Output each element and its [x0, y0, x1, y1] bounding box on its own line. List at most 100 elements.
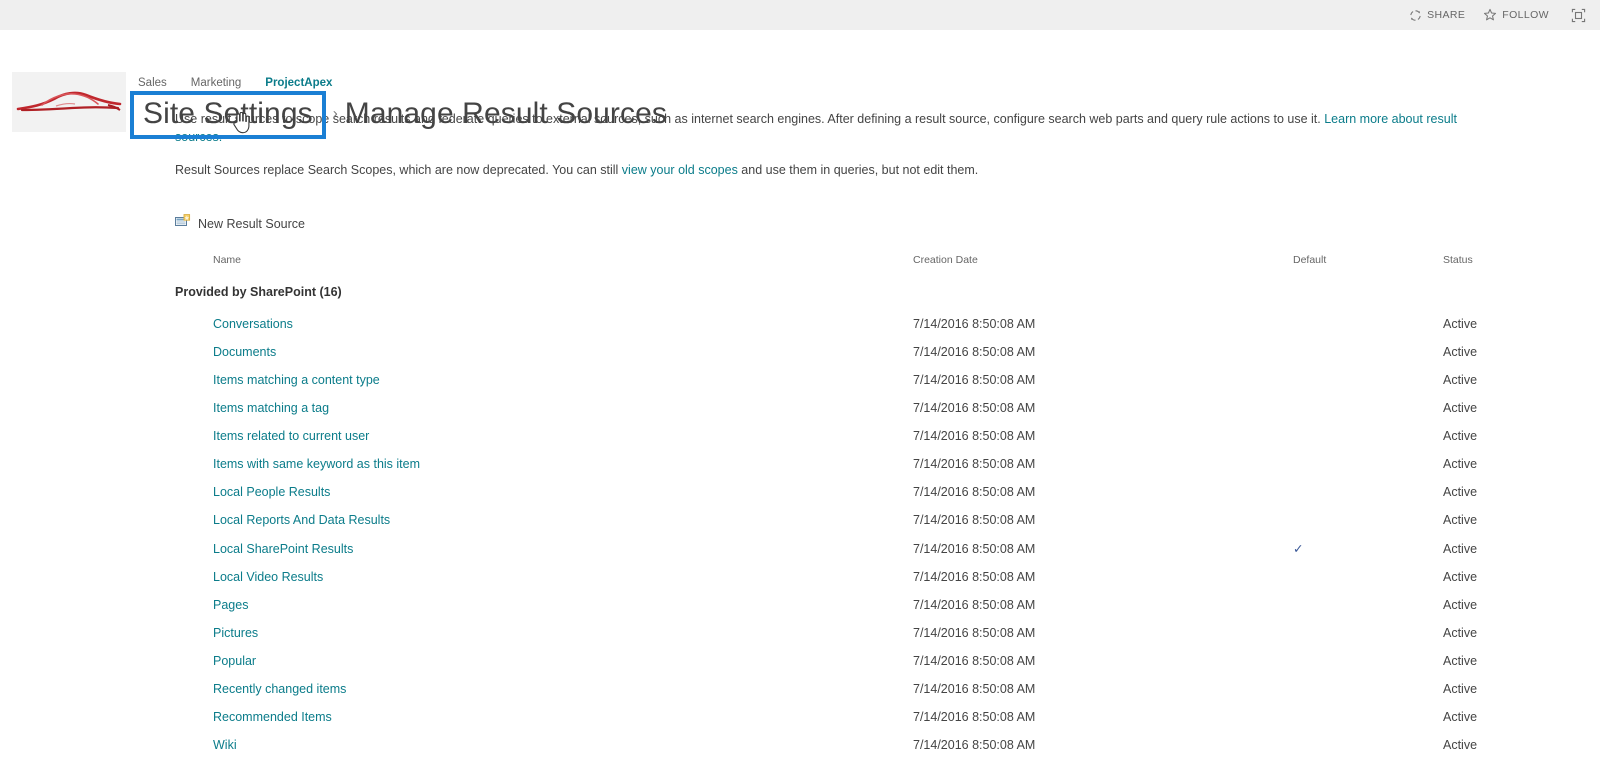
column-header-name[interactable]: Name	[175, 254, 913, 276]
table-body: Provided by SharePoint (16) Conversation…	[175, 276, 1543, 759]
result-source-link[interactable]: Popular	[213, 654, 256, 668]
table-row: Recommended Items 7/14/2016 8:50:08 AM Act…	[175, 703, 1543, 731]
result-source-link[interactable]: Recently changed items	[213, 682, 346, 696]
cell-creation-date: 7/14/2016 8:50:08 AM	[913, 654, 1036, 668]
column-header-default[interactable]: Default	[1293, 254, 1443, 276]
follow-label: FOLLOW	[1502, 9, 1549, 21]
result-sources-table: Name Creation Date Default Status Provid…	[175, 254, 1543, 759]
result-source-link[interactable]: Local SharePoint Results	[213, 542, 353, 556]
table-row: Items matching a tag 7/14/2016 8:50:08 AM…	[175, 394, 1543, 422]
cell-default	[1293, 394, 1443, 422]
cell-creation-date: 7/14/2016 8:50:08 AM	[913, 710, 1036, 724]
result-source-link[interactable]: Recommended Items	[213, 710, 332, 724]
cell-name: Pictures	[175, 619, 913, 647]
site-header: Sales Marketing ProjectApex Site Setting…	[0, 30, 1600, 139]
cell-creation-date: 7/14/2016 8:50:08 AM	[913, 598, 1036, 612]
table-row: Wiki 7/14/2016 8:50:08 AM Active	[175, 731, 1543, 759]
breadcrumb: Site Settings › Manage Result Sources	[130, 91, 667, 139]
status-badge: Active	[1443, 626, 1478, 640]
table-row: Items related to current user 7/14/2016 8…	[175, 422, 1543, 450]
status-badge: Active	[1443, 429, 1478, 443]
focus-on-content-icon[interactable]	[1571, 8, 1586, 23]
status-badge: Active	[1443, 401, 1478, 415]
result-source-link[interactable]: Conversations	[213, 317, 293, 331]
table-group-header-row: Provided by SharePoint (16)	[175, 276, 1543, 310]
intro-paragraph-2-text-before: Result Sources replace Search Scopes, wh…	[175, 163, 622, 177]
status-badge: Active	[1443, 598, 1478, 612]
result-source-link[interactable]: Local Video Results	[213, 570, 323, 584]
cell-default	[1293, 506, 1443, 534]
cell-creation-date: 7/14/2016 8:50:08 AM	[913, 401, 1036, 415]
follow-button[interactable]: FOLLOW	[1483, 8, 1549, 22]
cell-creation-date: 7/14/2016 8:50:08 AM	[913, 570, 1036, 584]
status-badge: Active	[1443, 710, 1478, 724]
result-source-link[interactable]: Wiki	[213, 738, 237, 752]
cell-name: Popular	[175, 647, 913, 675]
cell-name: Items matching a tag	[175, 394, 913, 422]
view-old-scopes-link[interactable]: view your old scopes	[622, 163, 738, 177]
status-badge: Active	[1443, 373, 1478, 387]
cell-creation-date: 7/14/2016 8:50:08 AM	[913, 485, 1036, 499]
star-icon	[1483, 8, 1497, 22]
cell-default	[1293, 647, 1443, 675]
table-row: Conversations 7/14/2016 8:50:08 AM Active	[175, 310, 1543, 338]
column-header-creation-date[interactable]: Creation Date	[913, 254, 1293, 276]
result-source-link[interactable]: Pages	[213, 598, 248, 612]
status-badge: Active	[1443, 682, 1478, 696]
cell-name: Local Video Results	[175, 563, 913, 591]
default-check-icon: ✓	[1293, 542, 1304, 556]
cell-default	[1293, 450, 1443, 478]
result-source-link[interactable]: Items related to current user	[213, 429, 369, 443]
result-source-link[interactable]: Local Reports And Data Results	[213, 513, 390, 527]
intro-paragraph-2-text-after: and use them in queries, but not edit th…	[737, 163, 979, 177]
result-source-link[interactable]: Local People Results	[213, 485, 330, 499]
cell-creation-date: 7/14/2016 8:50:08 AM	[913, 682, 1036, 696]
result-source-link[interactable]: Documents	[213, 345, 276, 359]
page-title: Manage Result Sources	[344, 97, 668, 130]
suite-bar: SHARE FOLLOW	[0, 0, 1600, 30]
cell-default	[1293, 338, 1443, 366]
new-document-icon	[175, 214, 191, 234]
cell-default	[1293, 422, 1443, 450]
column-header-status[interactable]: Status	[1443, 254, 1543, 276]
cell-creation-date: 7/14/2016 8:50:08 AM	[913, 457, 1036, 471]
cell-name: Recently changed items	[175, 675, 913, 703]
table-header: Name Creation Date Default Status	[175, 254, 1543, 276]
cell-default	[1293, 619, 1443, 647]
status-badge: Active	[1443, 570, 1478, 584]
cell-creation-date: 7/14/2016 8:50:08 AM	[913, 429, 1036, 443]
nav-link-projectapex[interactable]: ProjectApex	[265, 77, 332, 89]
share-circular-arrows-icon	[1408, 8, 1422, 22]
cell-name: Items with same keyword as this item	[175, 450, 913, 478]
site-logo[interactable]	[12, 72, 126, 132]
table-header-row: Name Creation Date Default Status	[175, 254, 1543, 276]
cell-name: Conversations	[175, 310, 913, 338]
nav-link-sales[interactable]: Sales	[138, 77, 167, 89]
cell-default	[1293, 478, 1443, 506]
result-source-link[interactable]: Items matching a content type	[213, 373, 380, 387]
cell-creation-date: 7/14/2016 8:50:08 AM	[913, 541, 1036, 556]
site-settings-highlight-box[interactable]: Site Settings	[130, 91, 326, 139]
breadcrumb-site-settings-link[interactable]: Site Settings	[143, 97, 313, 130]
result-source-link[interactable]: Items with same keyword as this item	[213, 457, 420, 471]
status-badge: Active	[1443, 485, 1478, 499]
cell-creation-date: 7/14/2016 8:50:08 AM	[913, 513, 1036, 527]
cell-default	[1293, 563, 1443, 591]
cell-default	[1293, 675, 1443, 703]
table-row: Popular 7/14/2016 8:50:08 AM Active	[175, 647, 1543, 675]
status-badge: Active	[1443, 541, 1478, 556]
table-row: Documents 7/14/2016 8:50:08 AM Active	[175, 338, 1543, 366]
cell-name: Documents	[175, 338, 913, 366]
status-badge: Active	[1443, 738, 1478, 752]
nav-link-marketing[interactable]: Marketing	[191, 77, 242, 89]
cell-default	[1293, 731, 1443, 759]
new-result-source-button[interactable]: New Result Source	[175, 214, 305, 234]
cell-creation-date: 7/14/2016 8:50:08 AM	[913, 345, 1036, 359]
share-button[interactable]: SHARE	[1408, 8, 1465, 22]
group-header-label: Provided by SharePoint (16)	[175, 285, 342, 299]
result-source-link[interactable]: Pictures	[213, 626, 258, 640]
result-source-link[interactable]: Items matching a tag	[213, 401, 329, 415]
intro-paragraph-2: Result Sources replace Search Scopes, wh…	[175, 161, 1475, 179]
table-row: Local People Results 7/14/2016 8:50:08 AM…	[175, 478, 1543, 506]
share-label: SHARE	[1427, 9, 1466, 21]
